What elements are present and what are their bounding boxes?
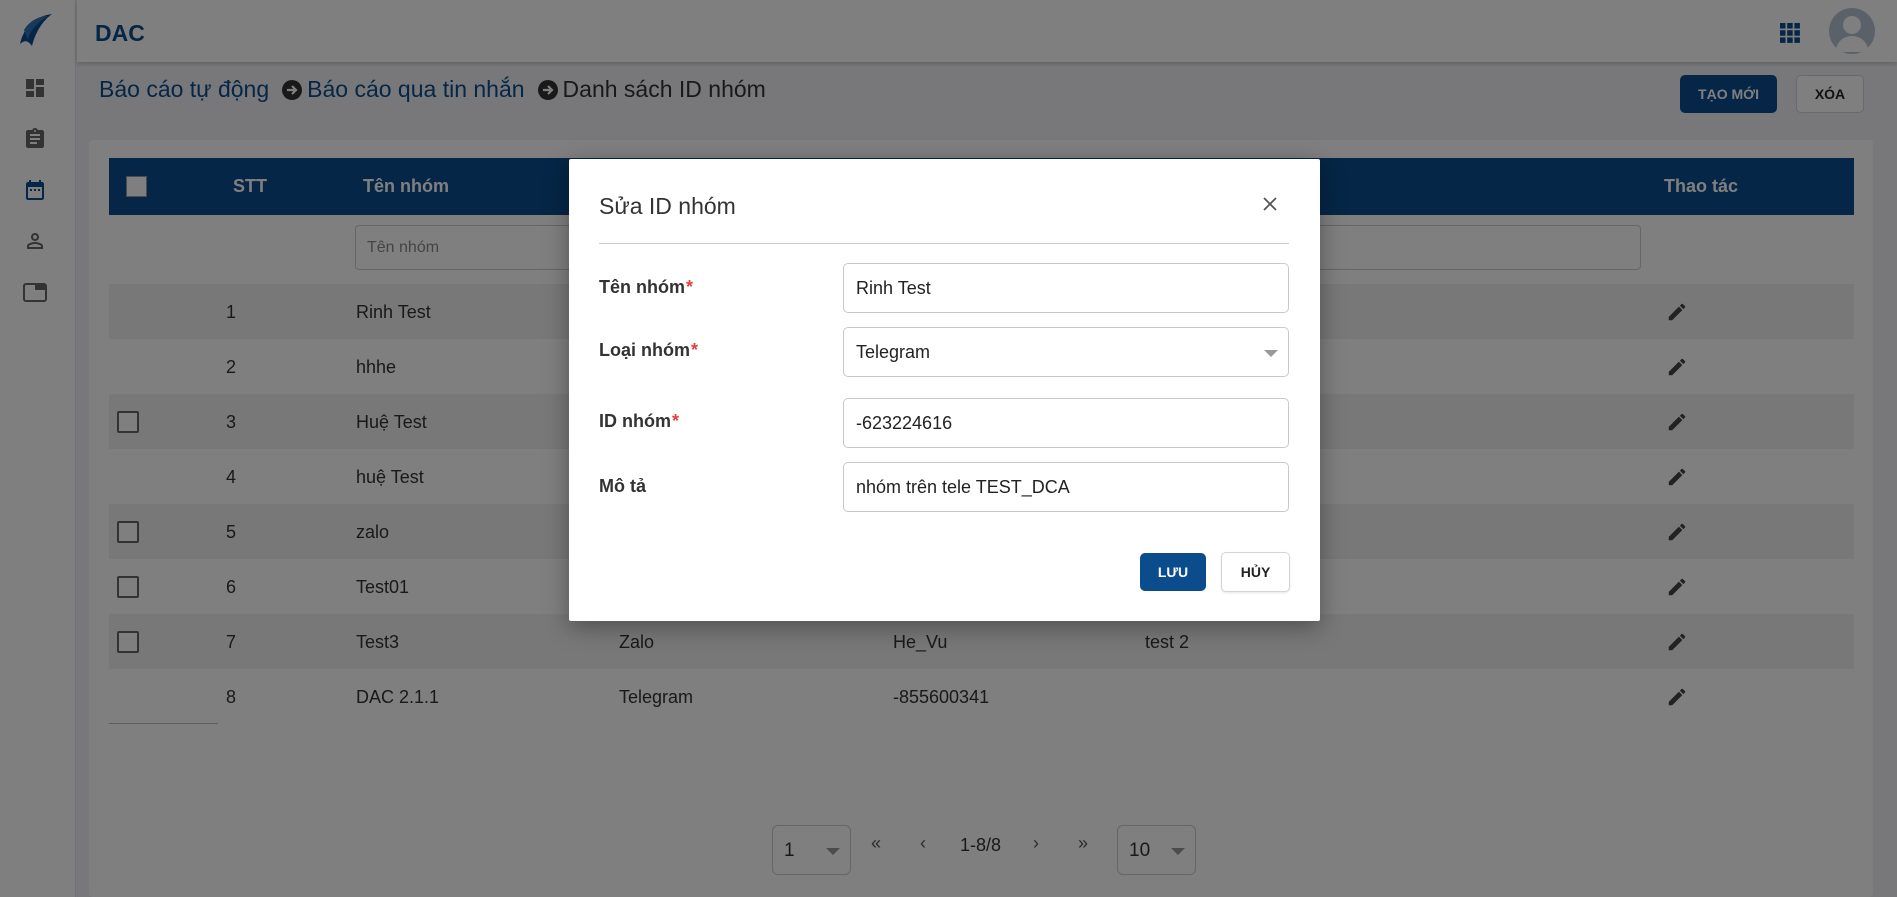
save-button[interactable]: LƯU — [1140, 553, 1206, 591]
group-name-label: Tên nhóm* — [599, 277, 694, 297]
group-id-label: ID nhóm* — [599, 411, 680, 431]
edit-group-dialog: Sửa ID nhóm Tên nhóm* Rinh Test Loại nhó… — [569, 159, 1320, 621]
dialog-title: Sửa ID nhóm — [599, 193, 736, 219]
required-marker: * — [686, 277, 694, 297]
description-field[interactable]: nhóm trên tele TEST_DCA — [843, 462, 1289, 512]
group-type-label: Loại nhóm* — [599, 340, 699, 360]
group-type-select[interactable]: Telegram — [843, 327, 1289, 377]
group-id-field[interactable]: -623224616 — [843, 398, 1289, 448]
required-marker: * — [672, 411, 680, 431]
description-label: Mô tả — [599, 476, 646, 496]
group-name-field[interactable]: Rinh Test — [843, 263, 1289, 313]
required-marker: * — [691, 340, 699, 360]
group-type-value: Telegram — [856, 342, 931, 362]
close-icon[interactable] — [1259, 193, 1281, 215]
cancel-button[interactable]: HỦY — [1221, 552, 1290, 592]
chevron-down-icon — [1264, 350, 1278, 357]
dialog-divider — [599, 243, 1289, 244]
